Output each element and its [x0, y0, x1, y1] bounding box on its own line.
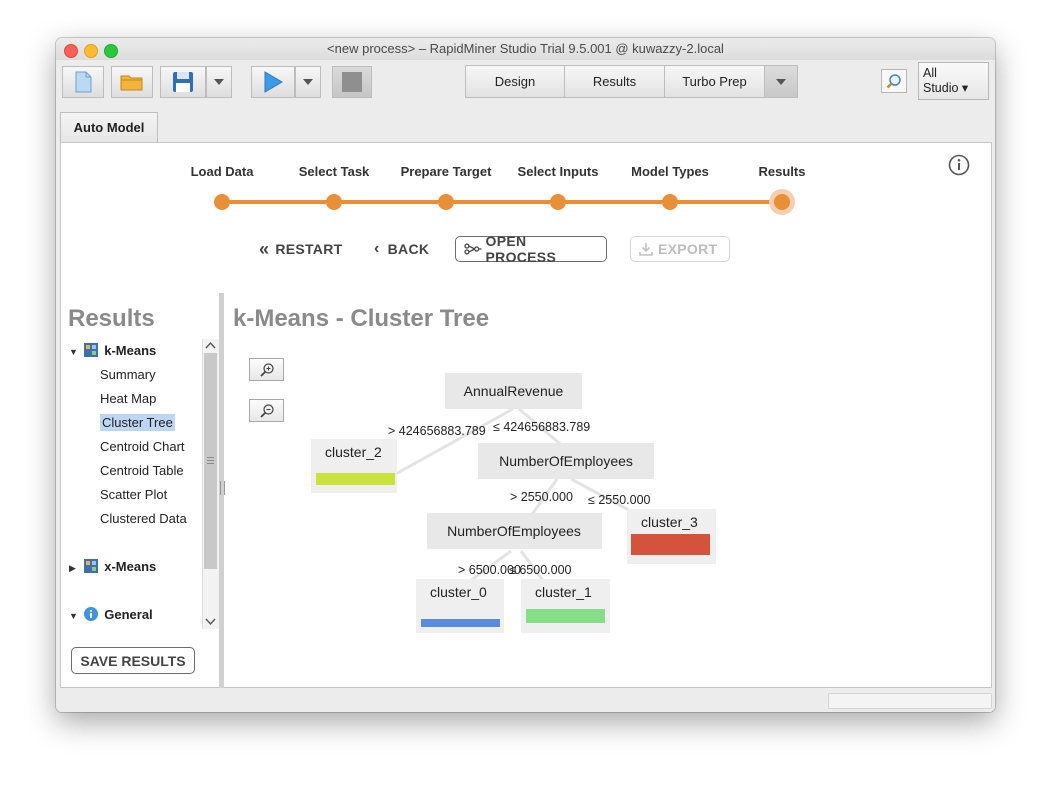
stop-icon	[342, 72, 362, 92]
folder-icon	[120, 75, 143, 91]
status-progress-field	[828, 693, 992, 709]
search-scope-line2: Studio ▾	[923, 81, 969, 95]
run-options-dropdown[interactable]	[295, 66, 321, 98]
edge-label-employees2-le: ≤ 6500.000	[509, 563, 572, 577]
window-title: <new process> – RapidMiner Studio Trial …	[327, 41, 724, 56]
chevron-down-icon	[776, 78, 786, 85]
edge-label-employees1-le: ≤ 2550.000	[588, 493, 651, 507]
edge-label-employees1-gt: > 2550.000	[510, 490, 573, 504]
perspective-turbo-prep[interactable]: Turbo Prep	[665, 65, 765, 98]
tree-node-employees-2: NumberOfEmployees	[447, 523, 581, 539]
chevron-down-icon	[214, 79, 224, 85]
new-document-icon	[75, 71, 92, 93]
leaf-cluster-0: cluster_0	[430, 584, 487, 600]
global-search-button[interactable]	[881, 69, 907, 93]
chevron-down-icon	[303, 79, 313, 85]
save-button[interactable]	[160, 66, 206, 98]
edge-label-revenue-le: ≤ 424656883.789	[493, 420, 590, 434]
leaf-cluster-3: cluster_3	[641, 514, 698, 530]
cluster-3-color-bar	[631, 534, 710, 555]
app-window: <new process> – RapidMiner Studio Trial …	[56, 38, 995, 712]
auto-model-panel: Load Data Select Task Prepare Target Sel…	[60, 142, 992, 689]
main-toolbar: Design Results Turbo Prep All Studio ▾	[56, 60, 995, 106]
perspective-switcher: Design Results Turbo Prep	[465, 65, 798, 98]
run-process-button[interactable]	[251, 66, 295, 98]
save-options-dropdown[interactable]	[206, 66, 232, 98]
leaf-cluster-1: cluster_1	[535, 584, 592, 600]
perspective-results[interactable]: Results	[565, 65, 665, 98]
play-icon	[264, 71, 283, 93]
close-window-button[interactable]	[64, 44, 78, 58]
search-icon	[886, 74, 901, 89]
perspective-design[interactable]: Design	[465, 65, 565, 98]
edge-label-revenue-gt: > 424656883.789	[388, 424, 486, 438]
stop-process-button[interactable]	[332, 66, 372, 98]
leaf-cluster-2: cluster_2	[325, 444, 382, 460]
new-process-button[interactable]	[62, 66, 104, 98]
cluster-1-color-bar	[526, 609, 605, 623]
title-bar: <new process> – RapidMiner Studio Trial …	[56, 38, 995, 60]
floppy-disk-icon	[173, 72, 193, 92]
search-scope-dropdown[interactable]: All Studio ▾	[918, 62, 989, 100]
cluster-2-color-bar	[316, 473, 395, 485]
cluster-0-color-bar	[421, 619, 500, 627]
cluster-tree-diagram: AnnualRevenue NumberOfEmployees NumberOf…	[311, 373, 716, 633]
tab-auto-model[interactable]: Auto Model	[60, 112, 158, 142]
tree-node-employees-1: NumberOfEmployees	[499, 453, 633, 469]
open-process-button[interactable]	[111, 66, 153, 98]
perspective-more-dropdown[interactable]	[765, 65, 798, 98]
search-scope-line1: All	[923, 66, 937, 80]
zoom-window-button[interactable]	[104, 44, 118, 58]
tree-node-annual-revenue: AnnualRevenue	[464, 383, 564, 399]
status-bar	[56, 688, 995, 712]
view-tabs: Auto Model	[56, 106, 995, 142]
minimize-window-button[interactable]	[84, 44, 98, 58]
